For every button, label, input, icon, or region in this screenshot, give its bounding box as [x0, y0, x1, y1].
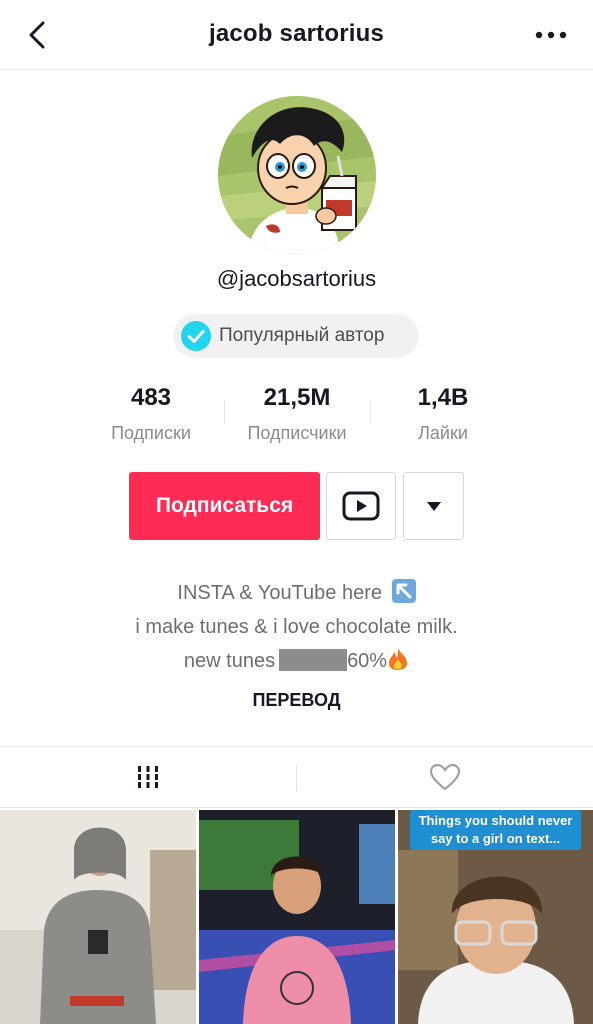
avatar[interactable] — [218, 96, 376, 254]
video-thumbnail[interactable] — [0, 810, 196, 1024]
bio-line-3-prefix: new tunes — [183, 650, 276, 672]
bio-line-3-suffix: 60% — [347, 650, 388, 672]
top-bar: jacob sartorius — [0, 0, 593, 70]
up-left-arrow-icon — [391, 579, 416, 603]
video-thumbnail-image — [0, 810, 196, 1024]
likes-count: 1,4B — [417, 384, 469, 411]
heart-outline-icon — [429, 763, 461, 791]
bio-line-3: new tunes 60% — [0, 644, 593, 678]
avatar-image — [218, 96, 376, 254]
video-thumbnail[interactable] — [199, 810, 395, 1024]
youtube-button[interactable] — [326, 472, 396, 540]
fire-icon — [389, 648, 408, 670]
translate-link[interactable]: ПЕРЕВОД — [0, 690, 593, 711]
stat-divider — [224, 400, 225, 424]
followers-count: 21,5M — [263, 384, 331, 411]
stat-followers[interactable]: 21,5M Подписчики — [236, 384, 358, 444]
progress-blocks-icon — [279, 649, 348, 671]
youtube-icon — [342, 491, 380, 521]
likes-label: Лайки — [418, 423, 468, 443]
profile-handle: @jacobsartorius — [216, 266, 377, 291]
following-label: Подписки — [111, 423, 191, 443]
follow-button[interactable]: Подписаться — [129, 472, 320, 540]
page-title: jacob sartorius — [208, 20, 385, 47]
profile-bio: INSTA & YouTube here i make tunes & i lo… — [0, 576, 593, 678]
more-button[interactable] — [531, 18, 571, 52]
bio-line-1: INSTA & YouTube here — [0, 576, 593, 610]
stat-following[interactable]: 483 Подписки — [100, 384, 202, 444]
caret-down-icon — [426, 501, 441, 511]
stat-divider — [370, 400, 371, 424]
stat-likes[interactable]: 1,4B Лайки — [398, 384, 488, 444]
following-count: 483 — [130, 384, 172, 411]
video-caption: Things you should never say to a girl on… — [410, 810, 581, 850]
bio-line-1-text: INSTA & YouTube here — [177, 582, 383, 604]
popular-creator-badge: Популярный автор — [173, 314, 419, 358]
content-tabs — [0, 746, 593, 808]
tab-videos[interactable] — [0, 747, 296, 807]
bio-line-2: i make tunes & i love chocolate milk. — [135, 616, 458, 638]
badge-label: Популярный автор — [219, 325, 385, 346]
more-options-dropdown[interactable] — [403, 472, 464, 540]
followers-label: Подписчики — [247, 423, 347, 443]
tab-liked[interactable] — [297, 747, 593, 807]
grid-bars-icon — [138, 766, 158, 788]
video-thumbnail[interactable]: Things you should never say to a girl on… — [398, 810, 593, 1024]
video-thumbnail-image — [199, 810, 395, 1024]
verified-check-icon — [181, 321, 211, 351]
more-horizontal-icon — [535, 31, 567, 39]
